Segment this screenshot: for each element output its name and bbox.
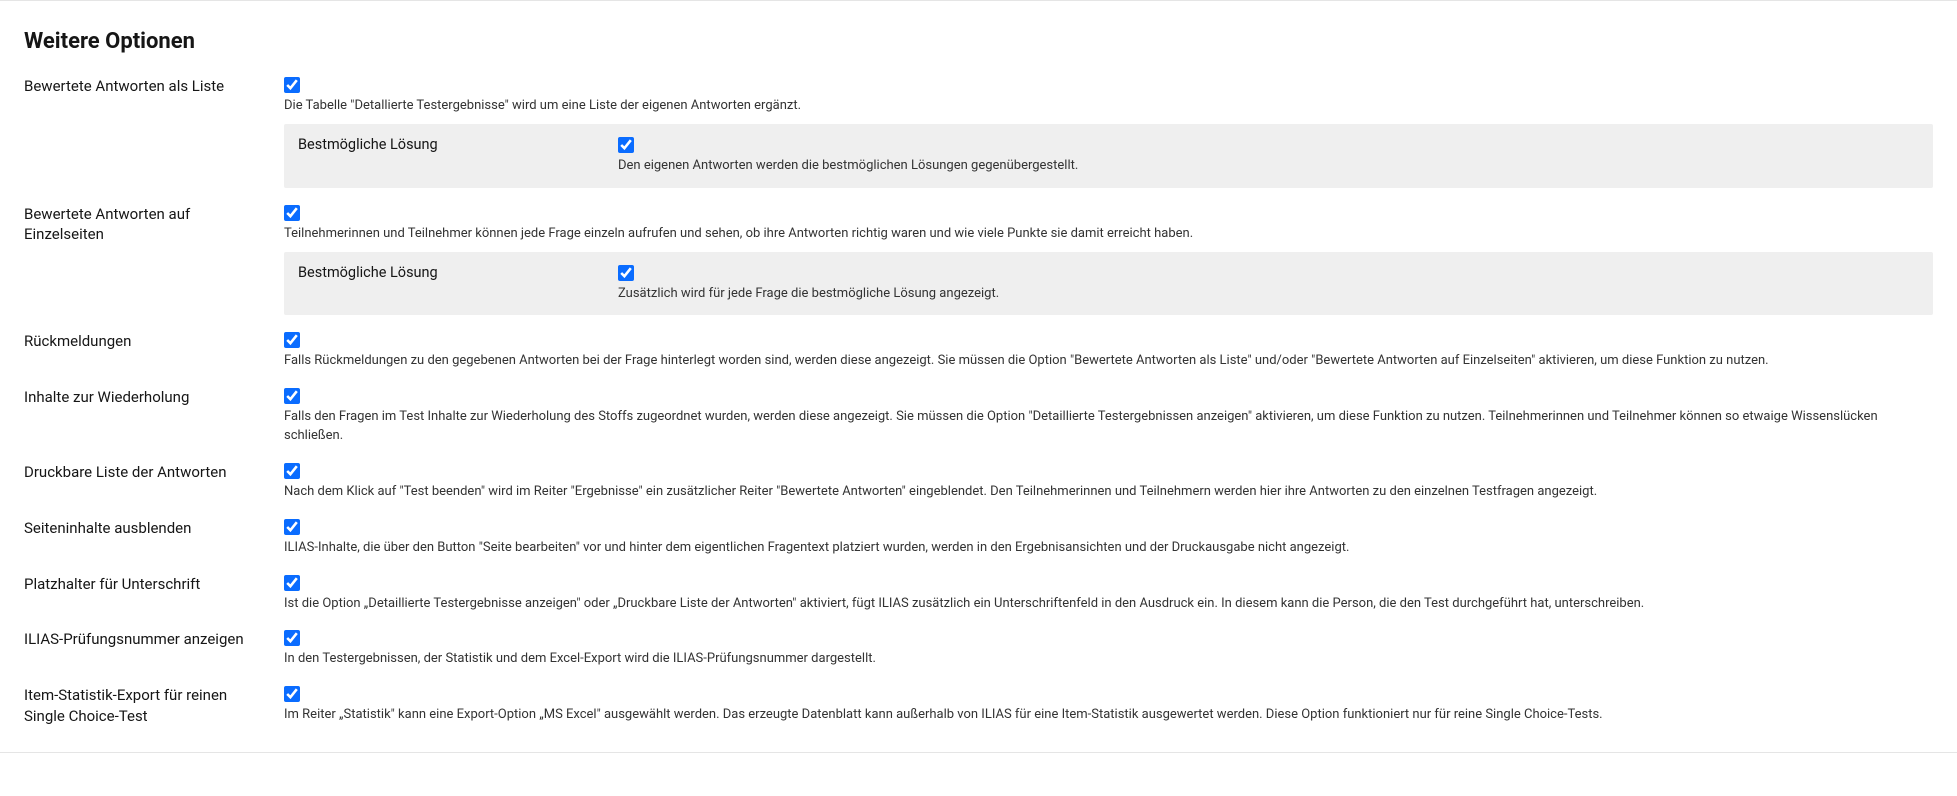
option-row-signature: Platzhalter für Unterschrift Ist die Opt… xyxy=(24,574,1933,614)
option-row-scored-single: Bewertete Antworten auf Einzelseiten Tei… xyxy=(24,204,1933,316)
option-row-recap: Inhalte zur Wiederholung Falls den Frage… xyxy=(24,387,1933,446)
option-description: Falls Rückmeldungen zu den gegebenen Ant… xyxy=(284,352,1933,371)
option-row-feedback: Rückmeldungen Falls Rückmeldungen zu den… xyxy=(24,331,1933,371)
checkbox-scored-list[interactable] xyxy=(284,77,300,93)
option-value: Teilnehmerinnen und Teilnehmer können je… xyxy=(284,204,1933,316)
options-section: Weitere Optionen Bewertete Antworten als… xyxy=(0,0,1957,753)
option-label: Seiteninhalte ausblenden xyxy=(24,518,284,538)
option-description: Falls den Fragen im Test Inhalte zur Wie… xyxy=(284,408,1933,446)
nested-option-label: Bestmögliche Lösung xyxy=(298,136,618,153)
option-row-hide-page: Seiteninhalte ausblenden ILIAS-Inhalte, … xyxy=(24,518,1933,558)
option-label: Item-Statistik-Export für reinen Single … xyxy=(24,685,284,726)
option-description: In den Testergebnissen, der Statistik un… xyxy=(284,650,1933,669)
nested-option-best-solution-list: Bestmögliche Lösung Den eigenen Antworte… xyxy=(284,124,1933,188)
option-description: Nach dem Klick auf "Test beenden" wird i… xyxy=(284,483,1933,502)
nested-option-description: Zusätzlich wird für jede Frage die bestm… xyxy=(618,285,1919,304)
option-value: Die Tabelle "Detallierte Testergebnisse"… xyxy=(284,76,1933,188)
option-value: Ist die Option „Detaillierte Testergebni… xyxy=(284,574,1933,614)
nested-option-description: Den eigenen Antworten werden die bestmög… xyxy=(618,157,1919,176)
option-description: Im Reiter „Statistik" kann eine Export-O… xyxy=(284,706,1933,725)
option-value: Falls den Fragen im Test Inhalte zur Wie… xyxy=(284,387,1933,446)
option-description: ILIAS-Inhalte, die über den Button "Seit… xyxy=(284,539,1933,558)
nested-option-best-solution-single: Bestmögliche Lösung Zusätzlich wird für … xyxy=(284,252,1933,316)
option-value: Falls Rückmeldungen zu den gegebenen Ant… xyxy=(284,331,1933,371)
option-description: Die Tabelle "Detallierte Testergebnisse"… xyxy=(284,97,1933,116)
checkbox-feedback[interactable] xyxy=(284,332,300,348)
checkbox-recap[interactable] xyxy=(284,388,300,404)
option-description: Teilnehmerinnen und Teilnehmer können je… xyxy=(284,225,1933,244)
option-label: Druckbare Liste der Antworten xyxy=(24,462,284,482)
option-value: ILIAS-Inhalte, die über den Button "Seit… xyxy=(284,518,1933,558)
option-label: Platzhalter für Unterschrift xyxy=(24,574,284,594)
checkbox-scored-single[interactable] xyxy=(284,205,300,221)
option-label: Inhalte zur Wiederholung xyxy=(24,387,284,407)
section-title: Weitere Optionen xyxy=(24,29,1933,54)
option-row-exam-id: ILIAS-Prüfungsnummer anzeigen In den Tes… xyxy=(24,629,1933,669)
option-row-scored-list: Bewertete Antworten als Liste Die Tabell… xyxy=(24,76,1933,188)
option-label: ILIAS-Prüfungsnummer anzeigen xyxy=(24,629,284,649)
option-row-item-stat: Item-Statistik-Export für reinen Single … xyxy=(24,685,1933,726)
option-description: Ist die Option „Detaillierte Testergebni… xyxy=(284,595,1933,614)
checkbox-hide-page[interactable] xyxy=(284,519,300,535)
option-label: Bewertete Antworten auf Einzelseiten xyxy=(24,204,284,245)
checkbox-best-solution-list[interactable] xyxy=(618,137,634,153)
checkbox-exam-id[interactable] xyxy=(284,630,300,646)
checkbox-best-solution-single[interactable] xyxy=(618,265,634,281)
option-value: In den Testergebnissen, der Statistik un… xyxy=(284,629,1933,669)
checkbox-signature[interactable] xyxy=(284,575,300,591)
nested-option-value: Zusätzlich wird für jede Frage die bestm… xyxy=(618,264,1919,304)
nested-option-label: Bestmögliche Lösung xyxy=(298,264,618,281)
option-row-printable: Druckbare Liste der Antworten Nach dem K… xyxy=(24,462,1933,502)
option-value: Im Reiter „Statistik" kann eine Export-O… xyxy=(284,685,1933,725)
nested-option-value: Den eigenen Antworten werden die bestmög… xyxy=(618,136,1919,176)
option-label: Rückmeldungen xyxy=(24,331,284,351)
checkbox-printable[interactable] xyxy=(284,463,300,479)
option-value: Nach dem Klick auf "Test beenden" wird i… xyxy=(284,462,1933,502)
checkbox-item-stat[interactable] xyxy=(284,686,300,702)
option-label: Bewertete Antworten als Liste xyxy=(24,76,284,96)
